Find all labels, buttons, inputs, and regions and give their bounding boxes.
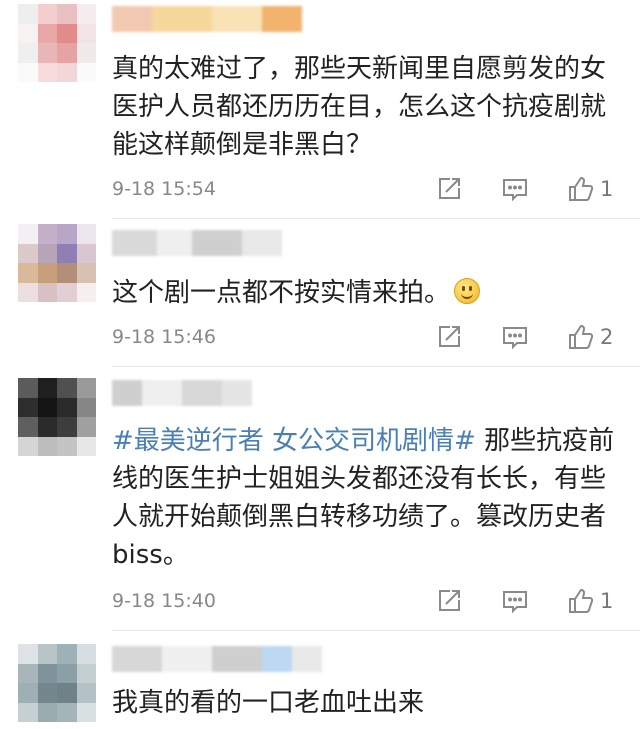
comment-text: #最美逆行者 女公交司机剧情# 那些抗疫前 线的医生护士姐姐头发都还没有长长，有… (112, 426, 615, 570)
share-icon[interactable] (434, 322, 464, 352)
username-blurred[interactable] (112, 380, 252, 406)
comment-icon[interactable] (500, 586, 530, 616)
thumbs-up-icon[interactable] (566, 586, 596, 616)
thumbs-up-icon[interactable] (566, 174, 596, 204)
username-blurred[interactable] (112, 230, 282, 256)
divider (112, 218, 640, 219)
comment-timestamp: 9-18 15:54 (112, 178, 216, 200)
topic-tag-link[interactable]: #最美逆行者 女公交司机剧情# (112, 426, 476, 456)
like-count: 2 (600, 325, 614, 349)
share-icon[interactable] (434, 174, 464, 204)
username-blurred[interactable] (112, 6, 302, 32)
comment-meta: 9-18 15:40 1 (112, 586, 632, 616)
comment-meta: 9-18 15:46 2 (112, 322, 632, 352)
like-count: 1 (600, 177, 614, 201)
divider (112, 630, 640, 631)
comment-text: 我真的看的一口老血吐出来 (112, 688, 425, 718)
smile-emoji (454, 278, 481, 304)
share-icon[interactable] (434, 586, 464, 616)
like-count: 1 (600, 589, 614, 613)
avatar[interactable] (18, 224, 96, 302)
comment-icon[interactable] (500, 174, 530, 204)
divider (112, 366, 640, 367)
comment-text: 这个剧一点都不按实情来拍。 (112, 274, 632, 312)
comment-meta: 9-18 15:54 1 (112, 174, 632, 204)
thumbs-up-icon[interactable] (566, 322, 596, 352)
avatar[interactable] (18, 644, 96, 722)
comment-timestamp: 9-18 15:46 (112, 326, 216, 348)
avatar[interactable] (18, 4, 96, 82)
avatar[interactable] (18, 378, 96, 456)
comment-timestamp: 9-18 15:40 (112, 590, 216, 612)
comment-text: 真的太难过了，那些天新闻里自愿剪发的女 医护人员都还历历在目，怎么这个抗疫剧就 … (112, 54, 607, 160)
username-blurred[interactable] (112, 646, 322, 672)
comment-icon[interactable] (500, 322, 530, 352)
